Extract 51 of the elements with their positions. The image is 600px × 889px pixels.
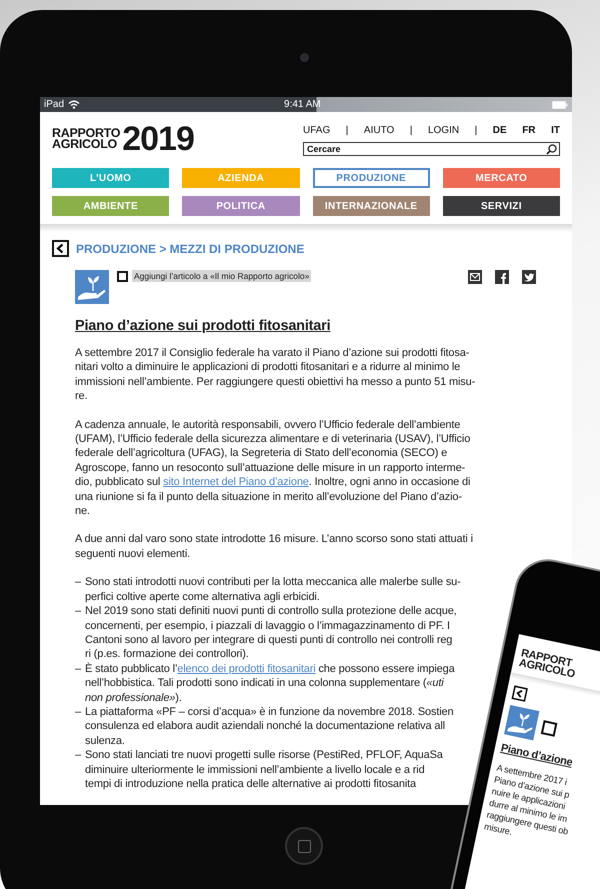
checkbox[interactable]: [540, 720, 558, 737]
list-item-text: È stato pubblicato l’elenco dei prodotti fitosanitari che possono essere impiega nell’hobbistica. Tali prodotti sono indicati in una colonna supplementare («uti non professionale»).: [85, 662, 455, 705]
paragraph: A due anni dal varo sono state introdotte 16 misure. L’anno scorso sono stati attuati i seguenti nuovi elementi.: [75, 532, 474, 562]
list-item-text: Sono stati introdotti nuovi contributi per la lotta meccanica alle malerbe sulle su- perfici coltive aperte come alternativa agli erbicidi.: [85, 575, 461, 604]
list-item-text: Sono stati lanciati tre nuovi progetti sulle risorse (PestiRed, PFLOF, AquaSa diminuire ulteriormente le immissioni nell’ambiente a livello locale e a rid tempi di introduzione nella pratica delle alternative ai prodotti fitosanita: [85, 748, 443, 792]
checkbox[interactable]: [117, 270, 128, 282]
mail-icon[interactable]: [468, 270, 482, 284]
nav-tab[interactable]: AMBIENTE: [52, 196, 170, 216]
list-marker: –: [75, 704, 82, 720]
separator: |: [410, 125, 412, 136]
twitter-icon[interactable]: [522, 270, 536, 284]
facebook-icon[interactable]: [495, 270, 509, 284]
language-link[interactable]: IT: [551, 125, 560, 136]
list-marker: –: [75, 662, 82, 677]
article-title: Piano d’azione sui prodotti fitosanitari: [75, 318, 332, 334]
list-marker: –: [75, 748, 82, 764]
phone-logo: RAPPORT AGRICOLO: [518, 648, 577, 680]
breadcrumb[interactable]: PRODUZIONE > MEZZI DI PRODUZIONE: [76, 242, 304, 256]
separator: |: [346, 125, 348, 136]
nav-tab[interactable]: PRODUZIONE: [312, 168, 430, 188]
list-marker: –: [75, 604, 82, 620]
list-item-text: La piattaforma «PF – corsi d’acqua» è in funzione da novembre 2018. Sostien consulenza ed elabora audit aziendali nonché la documentazione relativa all sulenza.: [85, 704, 454, 748]
back-icon[interactable]: [511, 685, 528, 702]
paragraph: A settembre 2017 il Consiglio federale ha varato il Piano d’azione sui prodotti fitosa- nitari volto a diminuire le applicazioni di prodotti fitosanitari e a ridurre al minimo le immissioni nell’ambiente. Per raggiungere questi obiettivi ha messo a punto 51 misu- re.: [75, 346, 476, 404]
home-button[interactable]: [285, 827, 323, 865]
list-item-text: Nel 2019 sono stati definiti nuovi punti di controllo sulla protezione delle acque, concernenti, per esempio, i piazzali di lavaggio o l’immagazzinamento di PF. I Cantoni sono al lavoro per integrare di questi punti di controllo nei controlli reg ri (p.es. formazione dei controllori).: [85, 604, 457, 662]
top-link[interactable]: UFAG: [303, 125, 330, 136]
device-name: iPad: [44, 99, 64, 110]
list-marker: –: [75, 575, 82, 590]
back-icon[interactable]: [52, 240, 69, 257]
text-link[interactable]: sito Internet del Piano d’azione: [163, 476, 309, 488]
search-icon[interactable]: [546, 144, 557, 155]
nav-tab[interactable]: MERCATO: [442, 168, 560, 188]
search-field[interactable]: Cercare: [303, 142, 560, 156]
language-link[interactable]: DE: [492, 125, 507, 136]
bookmark-label[interactable]: Aggiungi l’articolo a «Il mio Rapporto agricolo»: [132, 270, 312, 282]
text-link[interactable]: elenco dei prodotti fitosanitari: [177, 662, 316, 675]
language-link[interactable]: FR: [522, 125, 536, 136]
nav-tab[interactable]: L’UOMO: [52, 168, 170, 188]
hand-plant-icon: [75, 270, 109, 304]
top-link[interactable]: AIUTO: [364, 125, 394, 136]
camera-icon: [300, 53, 309, 62]
wifi-icon: [68, 100, 80, 109]
paragraph: A cadenza annuale, le autorità responsabili, ovvero l’Ufficio federale dell’ambiente (UFAM), l’Ufficio federale della sicurezza alimentare e di veterinaria (USAV), l’Ufficio federale dell’agricoltura (UFAG), la Segreteria di Stato dell’economia (SECO) e Agroscope, fanno un resoconto sull’attuazione delle misure in un rapporto interme- dio, pubblicato sul sito Internet del Piano d’azione. Inoltre, ogni anno in occasione di una riunione si fa il punto della situazione in merito all’evoluzione del Piano d’azio- ne.: [75, 418, 472, 518]
nav-tab[interactable]: POLITICA: [182, 196, 300, 216]
battery-icon: [552, 100, 568, 108]
top-link[interactable]: LOGIN: [428, 125, 460, 136]
separator: |: [474, 125, 478, 136]
nav-tab[interactable]: INTERNAZIONALE: [312, 196, 430, 216]
status-time: 9:41 AM: [284, 99, 321, 110]
nav-tab[interactable]: SERVIZI: [442, 196, 560, 216]
